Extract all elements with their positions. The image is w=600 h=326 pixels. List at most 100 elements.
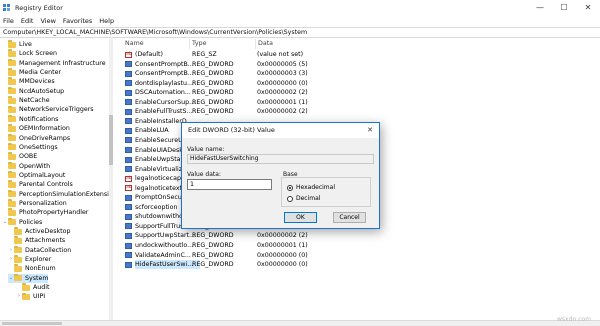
radio-selected-icon [287, 184, 293, 191]
registry-editor-window: Registry Editor — ☐ ✕ File Edit View Fav… [0, 0, 600, 326]
tree-item[interactable]: NetCache [2, 96, 50, 105]
value-type: REG_DWORD [192, 251, 234, 259]
folder-icon [14, 245, 22, 254]
tree-item[interactable]: Notifications [2, 114, 58, 124]
value-type: REG_DWORD [192, 232, 234, 240]
registry-value-row[interactable]: undockwithoutlo... REG_DWORD 0x00000001 (1… [114, 241, 600, 250]
tree-item-label: PhotoPropertyHandler [19, 209, 89, 217]
value-data: 0x00000000 (0) [257, 251, 308, 259]
value-name: (Default) [135, 51, 163, 58]
tree-item[interactable]: ⌄ Policies [2, 217, 42, 227]
tree-item[interactable]: › DataCollection [8, 245, 71, 255]
window-title: Registry Editor [15, 3, 63, 12]
tree-item[interactable]: Media Center [2, 68, 61, 77]
close-button[interactable]: ✕ [576, 0, 600, 15]
value-name: ConsentPromptB... [135, 70, 194, 78]
value-data: 0x00000001 (1) [257, 242, 308, 249]
registry-value-row[interactable]: EnableCursorSup... REG_DWORD 0x00000001 (1… [114, 98, 600, 107]
tree-item[interactable]: OneDriveRamps [2, 133, 70, 143]
value-data-input[interactable]: 1 [187, 179, 272, 190]
registry-value-row[interactable]: DSCAutomation... REG_DWORD 0x00000002 (2) [114, 88, 600, 97]
registry-editor-icon [3, 3, 11, 12]
registry-value-row[interactable]: ValidateAdminC... REG_DWORD 0x00000000 (0) [114, 251, 600, 260]
tree-item[interactable]: Attachments [8, 236, 65, 245]
dialog-close-button[interactable]: ✕ [361, 123, 379, 138]
folder-icon [8, 208, 16, 216]
menu-favorites[interactable]: Favorites [63, 17, 92, 25]
registry-value-row[interactable]: SupportUwpStart... REG_DWORD 0x00000002 (2… [114, 231, 600, 240]
menu-edit[interactable]: Edit [21, 17, 34, 25]
address-bar[interactable]: Computer\HKEY_LOCAL_MACHINE\SOFTWARE\Mic… [0, 27, 600, 38]
tree-item[interactable]: OptimalLayout [2, 170, 65, 180]
dword-value-icon [125, 166, 132, 173]
horizontal-scrollbar-thumb[interactable] [2, 322, 62, 325]
tree-item[interactable]: MMDevices [2, 77, 55, 86]
registry-key-tree[interactable]: Live Lock Screen Management Infrastructure… [0, 39, 113, 320]
value-name: EnableCursorSup... [135, 98, 196, 106]
cancel-button[interactable]: Cancel [333, 212, 366, 223]
column-type[interactable]: Type [190, 39, 256, 49]
menu-help[interactable]: Help [99, 17, 114, 25]
tree-item[interactable]: NcdAutoSetup [2, 86, 64, 96]
tree-item[interactable]: Parental Controls [2, 180, 73, 189]
base-group: Hexadecimal Decimal [281, 177, 371, 207]
ok-button[interactable]: OK [284, 212, 317, 223]
value-type: REG_DWORD [192, 60, 234, 68]
registry-value-row[interactable]: HideFastUserSwi... REG_DWORD 0x00000000 (0… [114, 260, 600, 270]
tree-item[interactable]: PerceptionSimulationExtensions [2, 189, 112, 199]
value-name: SupportUwpStart... [135, 232, 196, 240]
string-value-icon [125, 184, 132, 192]
tree-item[interactable]: › UIPI [16, 292, 45, 301]
hexadecimal-radio[interactable]: Hexadecimal [287, 184, 335, 191]
value-data: 0x00000000 (0) [257, 79, 308, 87]
tree-item[interactable]: ActiveDesktop [8, 227, 70, 236]
dword-value-icon [125, 213, 132, 220]
menu-file[interactable]: File [3, 17, 14, 25]
tree-item-label: MMDevices [19, 78, 55, 86]
status-bar [0, 320, 600, 326]
column-data[interactable]: Data [256, 39, 456, 49]
minimize-button[interactable]: — [528, 0, 552, 15]
tree-item[interactable]: PhotoPropertyHandler [2, 208, 88, 217]
tree-item[interactable]: OOBE [2, 152, 37, 161]
folder-icon [8, 161, 16, 170]
registry-value-row[interactable]: EnableFullTrustS... REG_DWORD 0x00000002 (… [114, 107, 600, 116]
value-name: dontdisplaylastu... [135, 79, 194, 87]
folder-icon [14, 264, 22, 272]
tree-item-label: Parental Controls [19, 181, 73, 189]
menu-view[interactable]: View [40, 17, 55, 25]
registry-value-row[interactable]: (Default) REG_SZ (value not set) [114, 50, 600, 59]
column-name[interactable]: Name [114, 39, 190, 49]
folder-icon [8, 180, 16, 188]
tree-item[interactable]: Lock Screen [2, 49, 57, 58]
registry-value-row[interactable]: ConsentPromptB... REG_DWORD 0x00000003 (3) [114, 69, 600, 78]
value-name-label: Value name: [187, 146, 225, 153]
tree-item[interactable]: Live [2, 40, 32, 49]
tree-scrollbar-thumb[interactable] [109, 115, 113, 165]
value-data: 0x00000002 (2) [257, 89, 308, 97]
tree-item[interactable]: Audit [16, 283, 50, 292]
tree-item[interactable]: Management Infrastructure [2, 58, 106, 68]
tree-item[interactable]: OneSettings [2, 142, 58, 152]
tree-item[interactable]: NonEnum [8, 264, 56, 273]
maximize-button[interactable]: ☐ [552, 0, 576, 15]
folder-icon [8, 142, 16, 151]
tree-item[interactable]: NetworkServiceTriggers [2, 105, 94, 114]
tree-item[interactable]: OpenWith [2, 161, 50, 171]
tree-item[interactable]: OEMInformation [2, 124, 70, 133]
folder-icon [8, 49, 16, 57]
dword-value-icon [125, 147, 132, 153]
tree-item[interactable]: Personalization [2, 199, 67, 208]
value-type: REG_DWORD [192, 89, 234, 97]
tree-scrollbar[interactable] [109, 39, 113, 320]
menu-bar: File Edit View Favorites Help [0, 15, 600, 26]
registry-value-row[interactable]: ConsentPromptB... REG_DWORD 0x00000005 (5) [114, 60, 600, 69]
value-type: REG_DWORD [192, 98, 234, 106]
dword-value-icon [125, 99, 132, 106]
value-data: 0x00000001 (1) [257, 98, 308, 106]
value-data: 0x00000003 (3) [257, 70, 308, 78]
tree-item[interactable]: › Explorer [8, 255, 51, 264]
tree-item[interactable]: ⌄ System [8, 273, 49, 283]
decimal-radio[interactable]: Decimal [287, 195, 320, 202]
registry-value-row[interactable]: dontdisplaylastu... REG_DWORD 0x00000000 (… [114, 79, 600, 88]
